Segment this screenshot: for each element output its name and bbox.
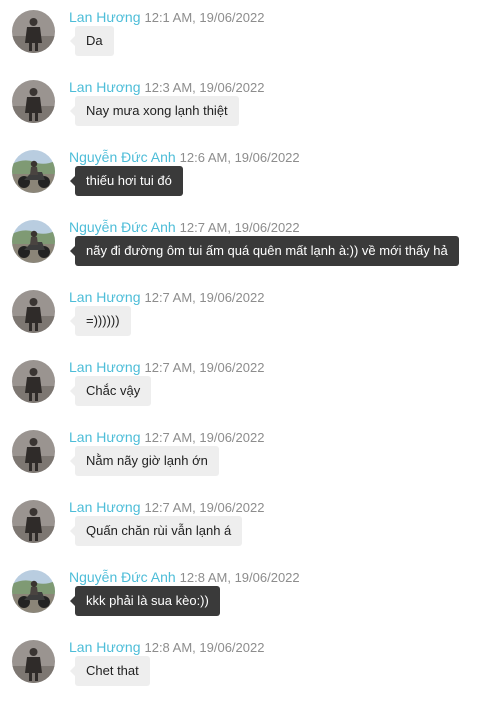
- chat-message: Lan Hương 12:3 AM, 19/06/2022 Nay mưa xon…: [0, 70, 503, 140]
- sender-name[interactable]: Nguyễn Đức Anh: [69, 149, 176, 165]
- chat-message: Lan Hương 12:7 AM, 19/06/2022 Nằm nãy giờ…: [0, 420, 503, 490]
- sender-name[interactable]: Lan Hương: [69, 79, 140, 95]
- sender-name[interactable]: Lan Hương: [69, 9, 140, 25]
- message-header: Lan Hương 12:1 AM, 19/06/2022: [69, 8, 264, 27]
- message-timestamp: 12:7 AM, 19/06/2022: [144, 290, 265, 305]
- avatar-nguyen-duc-anh[interactable]: [12, 150, 55, 193]
- chat-message: Lan Hương 12:7 AM, 19/06/2022 Chắc vậy: [0, 350, 503, 420]
- avatar-lan-huong[interactable]: [12, 360, 55, 403]
- sender-name[interactable]: Lan Hương: [69, 289, 140, 305]
- chat-message: Lan Hương 12:8 AM, 19/06/2022 Chet that: [0, 630, 503, 700]
- chat-message: Lan Hương 12:1 AM, 19/06/2022 Da: [0, 0, 503, 70]
- sender-name[interactable]: Nguyễn Đức Anh: [69, 569, 176, 585]
- sender-name[interactable]: Lan Hương: [69, 499, 140, 515]
- message-timestamp: 12:7 AM, 19/06/2022: [179, 220, 300, 235]
- message-timestamp: 12:7 AM, 19/06/2022: [144, 500, 265, 515]
- chat-message: Nguyễn Đức Anh 12:6 AM, 19/06/2022 thiếu …: [0, 140, 503, 210]
- message-bubble: Chet that: [70, 656, 150, 686]
- message-header: Nguyễn Đức Anh 12:7 AM, 19/06/2022: [69, 218, 300, 237]
- avatar-lan-huong[interactable]: [12, 290, 55, 333]
- message-bubble: thiếu hơi tui đó: [70, 166, 183, 196]
- sender-name[interactable]: Nguyễn Đức Anh: [69, 219, 176, 235]
- message-header: Lan Hương 12:7 AM, 19/06/2022: [69, 498, 264, 517]
- message-bubble: nãy đi đường ôm tui ấm quá quên mất lạnh…: [70, 236, 459, 266]
- avatar-nguyen-duc-anh[interactable]: [12, 220, 55, 263]
- message-bubble: Da: [70, 26, 114, 56]
- message-bubble: Chắc vậy: [69, 376, 152, 406]
- message-timestamp: 12:6 AM, 19/06/2022: [179, 150, 300, 165]
- message-header: Lan Hương 12:7 AM, 19/06/2022: [69, 428, 264, 447]
- message-bubble: Quấn chăn rùi vẫn lạnh á: [69, 516, 243, 546]
- message-header: Nguyễn Đức Anh 12:6 AM, 19/06/2022: [69, 148, 300, 167]
- avatar-lan-huong[interactable]: [12, 500, 55, 543]
- sender-name[interactable]: Lan Hương: [69, 429, 140, 445]
- message-header: Nguyễn Đức Anh 12:8 AM, 19/06/2022: [69, 568, 300, 587]
- message-bubble: =)))))): [70, 306, 131, 336]
- message-bubble: Nằm nãy giờ lạnh ớn: [70, 446, 219, 476]
- message-header: Lan Hương 12:7 AM, 19/06/2022: [69, 358, 264, 377]
- avatar-nguyen-duc-anh[interactable]: [12, 570, 55, 613]
- message-header: Lan Hương 12:7 AM, 19/06/2022: [69, 288, 264, 307]
- message-header: Lan Hương 12:3 AM, 19/06/2022: [69, 78, 264, 97]
- chat-message: Nguyễn Đức Anh 12:7 AM, 19/06/2022 nãy đi…: [0, 210, 503, 280]
- chat-message: Lan Hương 12:7 AM, 19/06/2022 =)))))): [0, 280, 503, 350]
- avatar-lan-huong[interactable]: [12, 10, 55, 53]
- message-bubble: Nay mưa xong lạnh thiệt: [70, 96, 239, 126]
- message-header: Lan Hương 12:8 AM, 19/06/2022: [69, 638, 264, 657]
- message-timestamp: 12:7 AM, 19/06/2022: [144, 360, 265, 375]
- message-timestamp: 12:1 AM, 19/06/2022: [144, 10, 265, 25]
- avatar-lan-huong[interactable]: [12, 640, 55, 683]
- message-timestamp: 12:8 AM, 19/06/2022: [144, 640, 265, 655]
- message-timestamp: 12:7 AM, 19/06/2022: [144, 430, 265, 445]
- avatar-lan-huong[interactable]: [12, 430, 55, 473]
- sender-name[interactable]: Lan Hương: [69, 359, 140, 375]
- avatar-lan-huong[interactable]: [12, 80, 55, 123]
- message-bubble: kkk phải là sua kèo:)): [70, 586, 220, 616]
- message-timestamp: 12:8 AM, 19/06/2022: [179, 570, 300, 585]
- chat-message: Lan Hương 12:7 AM, 19/06/2022 Quấn chăn r…: [0, 490, 503, 560]
- message-timestamp: 12:3 AM, 19/06/2022: [144, 80, 265, 95]
- chat-message: Nguyễn Đức Anh 12:8 AM, 19/06/2022 kkk ph…: [0, 560, 503, 630]
- sender-name[interactable]: Lan Hương: [69, 639, 140, 655]
